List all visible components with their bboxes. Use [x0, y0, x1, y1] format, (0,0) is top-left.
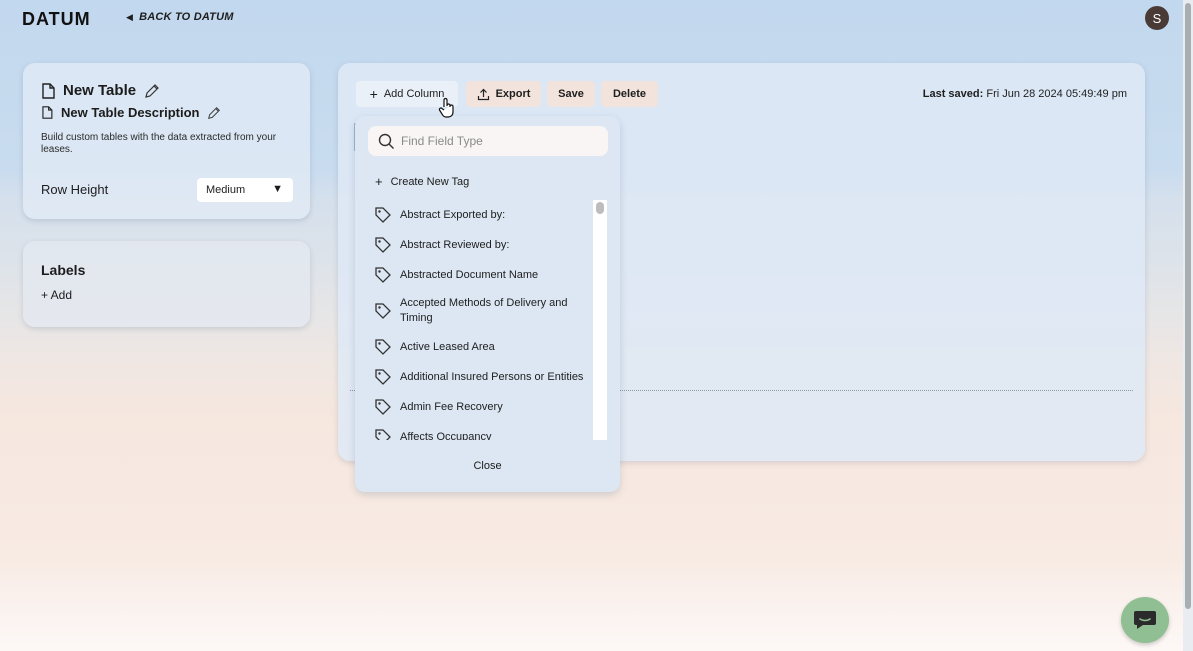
field-type-item[interactable]: Abstracted Document Name: [369, 260, 591, 290]
back-label: BACK TO DATUM: [139, 11, 234, 23]
field-type-item[interactable]: Accepted Methods of Delivery and Timing: [369, 290, 591, 332]
tag-icon: [375, 267, 391, 283]
field-type-label: Admin Fee Recovery: [400, 400, 503, 413]
tag-icon: [375, 339, 391, 355]
avatar-initial: S: [1152, 10, 1162, 26]
field-type-item[interactable]: Affects Occupancy: [369, 422, 591, 440]
field-search-input[interactable]: [401, 134, 591, 148]
create-tag-label: Create New Tag: [390, 175, 470, 188]
hand-cursor-icon: [438, 97, 454, 118]
row-height-select[interactable]: Medium ▼: [197, 178, 293, 202]
create-new-tag-button[interactable]: + Create New Tag: [375, 174, 469, 189]
field-type-label: Affects Occupancy: [400, 430, 492, 441]
datum-logo[interactable]: DATUM: [22, 8, 100, 28]
table-description: New Table Description: [61, 105, 200, 120]
chat-bubble-icon: [1134, 611, 1156, 629]
page-scrollbar[interactable]: [1183, 0, 1193, 651]
field-type-item[interactable]: Abstract Exported by:: [369, 200, 591, 230]
table-description-row: New Table Description: [41, 105, 221, 120]
last-saved-value: Fri Jun 28 2024 05:49:49 pm: [986, 88, 1127, 100]
user-avatar[interactable]: S: [1145, 6, 1169, 30]
row-height-label: Row Height: [41, 182, 109, 197]
chat-button[interactable]: [1121, 597, 1169, 643]
back-arrow-icon: ◀: [126, 11, 134, 22]
page-scrollbar-thumb[interactable]: [1185, 3, 1191, 609]
field-type-item[interactable]: Admin Fee Recovery: [369, 392, 591, 422]
document-icon: [42, 106, 53, 119]
labels-card: Labels + Add: [23, 241, 310, 327]
field-type-label: Accepted Methods of Delivery and Timing: [400, 297, 568, 324]
table-help-text: Build custom tables with the data extrac…: [41, 132, 277, 155]
field-list-scrollbar[interactable]: [593, 200, 607, 440]
field-type-label: Additional Insured Persons or Entities: [400, 370, 584, 383]
field-type-label: Abstracted Document Name: [400, 268, 539, 281]
close-dropdown-button[interactable]: Close: [355, 460, 620, 472]
labels-title: Labels: [41, 262, 86, 278]
field-type-label: Active Leased Area: [400, 340, 495, 353]
table-title-row: New Table: [41, 82, 160, 99]
search-icon: [378, 133, 394, 149]
document-icon: [42, 82, 55, 99]
field-type-label: Abstract Exported by:: [400, 208, 506, 221]
add-label-button[interactable]: + Add: [41, 288, 72, 302]
plus-icon: +: [375, 174, 383, 189]
delete-button[interactable]: Delete: [601, 81, 658, 107]
tag-icon: [375, 429, 391, 440]
logo-text: DATUM: [22, 9, 91, 28]
top-bar: DATUM ◀ BACK TO DATUM S: [0, 0, 1193, 36]
tag-icon: [375, 237, 391, 253]
export-button[interactable]: Export: [466, 81, 541, 107]
caret-down-icon: ▼: [272, 183, 283, 195]
row-height-value: Medium: [206, 184, 246, 196]
field-type-item[interactable]: Active Leased Area: [369, 332, 591, 362]
field-type-item[interactable]: Additional Insured Persons or Entities: [369, 362, 591, 392]
edit-description-icon[interactable]: [207, 106, 221, 120]
table-info-card: New Table New Table Description Build cu…: [23, 63, 310, 219]
tag-icon: [375, 399, 391, 415]
field-type-list: Abstract Exported by: Abstract Reviewed …: [369, 200, 591, 440]
add-column-label: Add Column: [383, 88, 445, 100]
back-to-datum-link[interactable]: ◀ BACK TO DATUM: [126, 11, 234, 23]
field-type-label: Abstract Reviewed by:: [400, 238, 510, 251]
last-saved-status: Last saved: Fri Jun 28 2024 05:49:49 pm: [923, 88, 1127, 100]
field-search-box[interactable]: [368, 126, 608, 156]
field-type-dropdown: + Create New Tag Abstract Exported by: A…: [355, 116, 620, 492]
tag-icon: [375, 303, 391, 319]
field-type-item[interactable]: Abstract Reviewed by:: [369, 230, 591, 260]
export-label: Export: [495, 88, 531, 100]
scrollbar-thumb[interactable]: [596, 202, 604, 214]
upload-icon: [477, 88, 489, 100]
plus-icon: +: [369, 86, 378, 102]
edit-title-icon[interactable]: [144, 83, 160, 99]
tag-icon: [375, 207, 391, 223]
table-title: New Table: [63, 82, 137, 99]
tag-icon: [375, 369, 391, 385]
last-saved-prefix: Last saved:: [922, 88, 984, 100]
save-button[interactable]: Save: [547, 81, 595, 107]
